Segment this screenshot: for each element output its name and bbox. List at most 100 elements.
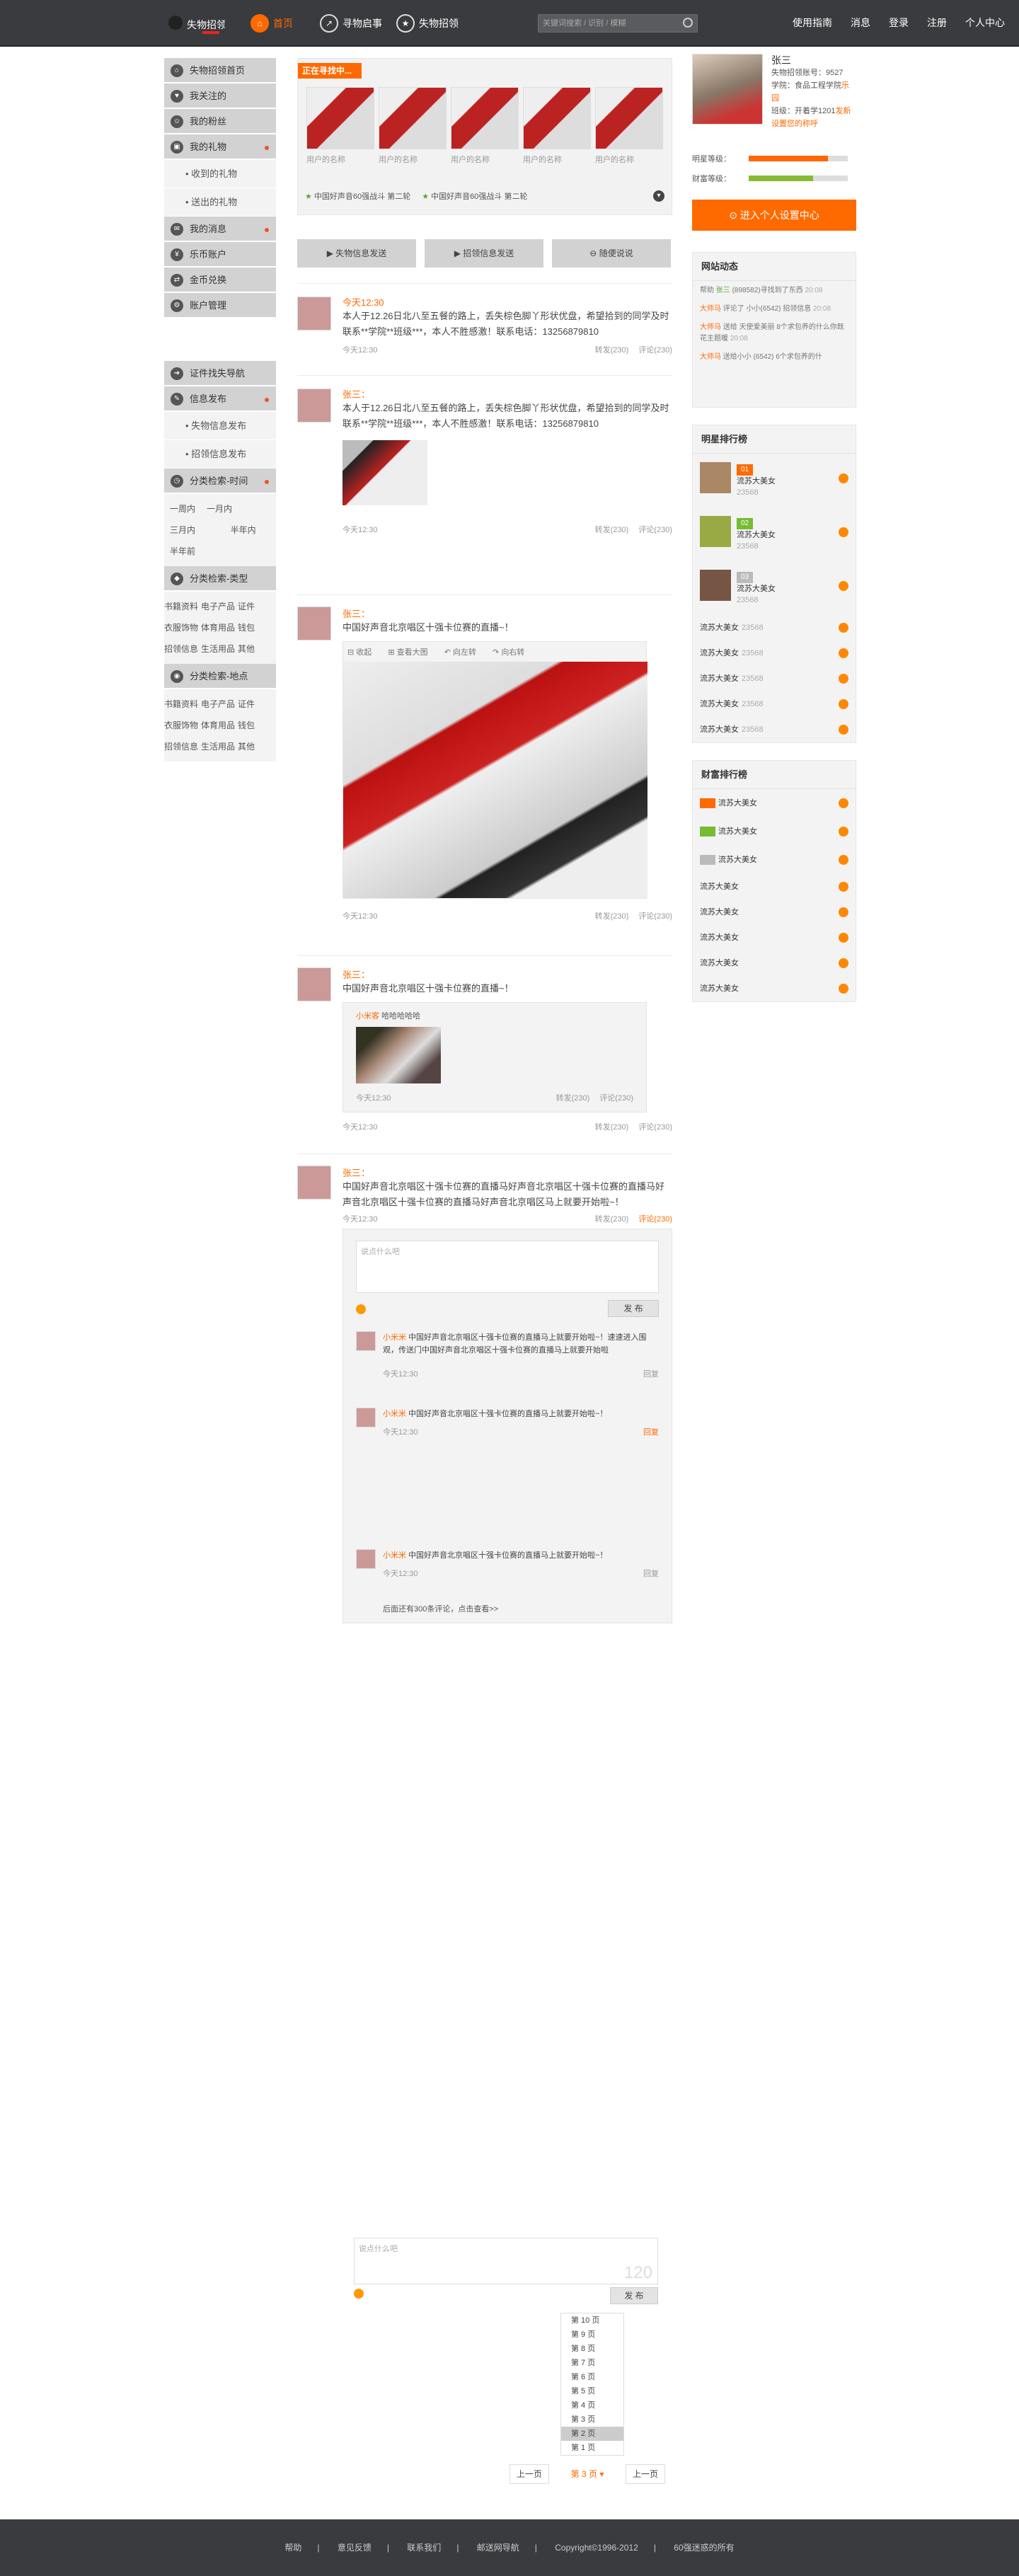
- publish-lost-button[interactable]: ▶ 失物信息发送: [297, 239, 416, 268]
- filter-option[interactable]: 钱包: [238, 715, 275, 736]
- post-author[interactable]: 今天12:30: [342, 295, 672, 309]
- coin-icon[interactable]: [839, 882, 848, 892]
- forward-button[interactable]: 转发(230): [595, 1123, 629, 1132]
- sidebar-filter-time[interactable]: ◷ 分类检索-时间: [164, 468, 276, 494]
- avatar[interactable]: [356, 1549, 376, 1569]
- messages-link[interactable]: 消息: [851, 16, 870, 30]
- rank-item[interactable]: 流苏大美女 23568: [693, 615, 856, 640]
- news-item[interactable]: 大师马 送给小小 (6542) 6个求包养的什: [700, 352, 848, 363]
- sidebar-item-fans[interactable]: ☺ 我的粉丝: [164, 109, 276, 134]
- filter-option[interactable]: 钱包: [238, 617, 275, 638]
- gift-icon[interactable]: [839, 674, 848, 684]
- sidebar-item-exchange[interactable]: ⇄ 金币兑换: [164, 268, 276, 293]
- page-option[interactable]: 第 1 页: [561, 2441, 623, 2455]
- comment-button[interactable]: 评论(230): [638, 526, 672, 534]
- rank-item[interactable]: 流苏大美女 23568: [693, 666, 856, 691]
- site-logo[interactable]: 失物招领: [166, 10, 226, 38]
- nav-home[interactable]: ⌂ 首页: [251, 14, 293, 33]
- coin-icon[interactable]: [839, 827, 848, 836]
- sidebar-item-account[interactable]: ⚙ 账户管理: [164, 293, 276, 318]
- carousel-item[interactable]: 用户的名称: [523, 87, 591, 165]
- login-link[interactable]: 登录: [889, 16, 909, 30]
- sidebar-item-following[interactable]: ♥ 我关注的: [164, 84, 276, 109]
- post-author[interactable]: 张三：: [342, 1166, 672, 1179]
- rank-item[interactable]: 流苏大美女: [693, 899, 856, 925]
- post-author[interactable]: 张三：: [342, 606, 672, 620]
- quote-author[interactable]: 小米客: [356, 1012, 379, 1020]
- sidebar-item-publish[interactable]: ✎ 信息发布: [164, 386, 276, 412]
- publish-found-button[interactable]: ▶ 招领信息发送: [425, 239, 543, 268]
- filter-option[interactable]: 衣服饰物: [164, 617, 201, 638]
- filter-option[interactable]: 证件: [238, 694, 275, 715]
- news-item[interactable]: 帮助 张三 (898582)寻找到了东西 20:08: [700, 285, 848, 297]
- coin-icon[interactable]: [839, 855, 848, 865]
- filter-option[interactable]: 衣服饰物: [164, 715, 201, 736]
- comment-author[interactable]: 小米米: [383, 1410, 406, 1418]
- rank-item[interactable]: 02 流苏大美女 23568: [693, 507, 856, 561]
- page-option[interactable]: 第 5 页: [561, 2384, 623, 2398]
- sidebar-item-coin-account[interactable]: ¥ 乐币账户: [164, 242, 276, 268]
- view-large-button[interactable]: ⊞ 查看大图: [388, 648, 427, 657]
- post-author[interactable]: 张三：: [342, 387, 672, 401]
- page-option[interactable]: 第 3 页: [561, 2413, 623, 2427]
- sidebar-sub-found-publish[interactable]: 招领信息发布: [164, 440, 276, 468]
- personal-settings-button[interactable]: ⊙ 进入个人设置中心: [692, 200, 856, 231]
- rank-item[interactable]: 流苏大美女: [693, 950, 856, 976]
- search-input[interactable]: 关键词搜索 / 识别 / 模糊: [538, 14, 698, 33]
- news-item[interactable]: 大师马 评论了 小小(6542) 招领信息 20:08: [700, 304, 848, 315]
- sidebar-item-home[interactable]: ⌂ 失物招领首页: [164, 58, 276, 84]
- prev-page-button[interactable]: 上一页: [510, 2464, 549, 2484]
- avatar[interactable]: [692, 54, 763, 125]
- page-select[interactable]: 第 3 页 ▾: [558, 2464, 617, 2484]
- filter-option[interactable]: 一月内: [207, 498, 243, 519]
- comment-button[interactable]: 评论(230): [638, 1123, 672, 1132]
- forward-button[interactable]: 转发(230): [595, 526, 629, 534]
- chevron-down-icon[interactable]: ▾: [653, 190, 664, 202]
- sidebar-sub-received[interactable]: 收到的礼物: [164, 160, 276, 188]
- rank-item[interactable]: 流苏大美女: [693, 976, 856, 1001]
- filter-option[interactable]: 书籍资料: [164, 596, 201, 617]
- rank-item[interactable]: 流苏大美女 23568: [693, 640, 856, 666]
- avatar[interactable]: [297, 297, 331, 330]
- filter-option[interactable]: 其他: [238, 736, 275, 757]
- coin-icon[interactable]: [839, 798, 848, 808]
- filter-option[interactable]: 半年内: [231, 519, 267, 541]
- forward-button[interactable]: 转发(230): [556, 1094, 590, 1103]
- forward-button[interactable]: 转发(230): [595, 346, 629, 355]
- avatar[interactable]: [356, 1408, 376, 1427]
- reply-button[interactable]: 回复: [643, 1368, 659, 1379]
- forward-button[interactable]: 转发(230): [595, 1215, 629, 1224]
- gift-icon[interactable]: [839, 699, 848, 709]
- page-option[interactable]: 第 8 页: [561, 2342, 623, 2356]
- filter-option[interactable]: 体育用品: [201, 715, 238, 736]
- footer-link[interactable]: 联系我们: [407, 2543, 441, 2553]
- post-author[interactable]: 张三：: [342, 967, 672, 981]
- nav-lost-notice[interactable]: ↗ 寻物启事: [320, 14, 382, 33]
- rank-item[interactable]: 流苏大美女 23568: [693, 691, 856, 717]
- gift-icon[interactable]: [839, 623, 848, 633]
- rank-item[interactable]: 流苏大美女: [693, 789, 856, 817]
- reply-button[interactable]: 回复: [643, 1568, 659, 1579]
- rank-item[interactable]: 03 流苏大美女 23568: [693, 561, 856, 615]
- page-option-highlighted[interactable]: 第 2 页: [561, 2427, 623, 2441]
- more-comments-link[interactable]: 后面还有300条评论，点击查看>>: [383, 1603, 498, 1614]
- coin-icon[interactable]: [839, 984, 848, 994]
- filter-option[interactable]: 一周内: [170, 498, 207, 519]
- comment-author[interactable]: 小米米: [383, 1333, 406, 1342]
- page-option[interactable]: 第 10 页: [561, 2313, 623, 2328]
- set-nickname-link[interactable]: 设置您的称呼: [771, 117, 856, 130]
- comment-send-button[interactable]: 发 布: [608, 1300, 659, 1317]
- carousel-item[interactable]: 用户的名称: [451, 87, 519, 165]
- guide-link[interactable]: 使用指南: [793, 16, 832, 30]
- register-link[interactable]: 注册: [927, 16, 947, 30]
- carousel-item[interactable]: 用户的名称: [595, 87, 663, 165]
- page-option[interactable]: 第 9 页: [561, 2328, 623, 2342]
- nav-found[interactable]: ★ 失物招领: [396, 14, 459, 33]
- post-image[interactable]: [342, 440, 427, 505]
- filter-option[interactable]: 生活用品: [201, 638, 238, 660]
- filter-option[interactable]: 书籍资料: [164, 694, 201, 715]
- news-item[interactable]: 大师马 送给 天使爱美丽 8个求包养的什么你既花主题暖 20:08: [700, 322, 848, 345]
- sidebar-item-guide[interactable]: ➔ 证件找失导航: [164, 361, 276, 386]
- page-option[interactable]: 第 7 页: [561, 2356, 623, 2370]
- emoji-icon[interactable]: [356, 1304, 366, 1314]
